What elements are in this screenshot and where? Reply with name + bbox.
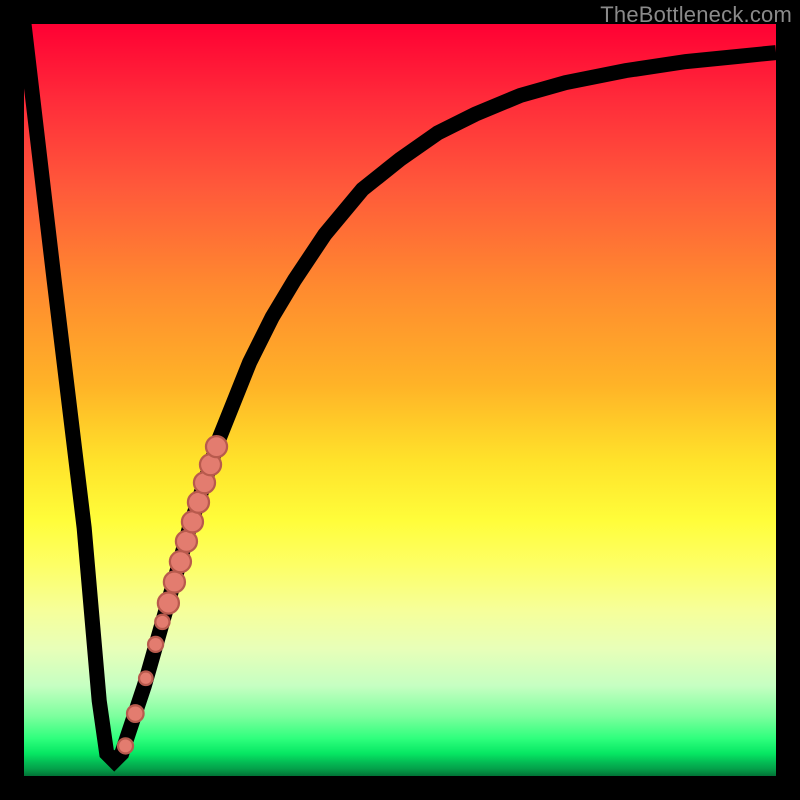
data-marker — [182, 511, 203, 532]
data-marker — [164, 571, 185, 592]
data-marker — [158, 593, 179, 614]
curve-layer — [24, 24, 776, 761]
data-marker — [176, 531, 197, 552]
data-marker — [155, 615, 169, 629]
data-marker — [188, 492, 209, 513]
chart-svg — [24, 24, 776, 776]
marker-layer — [118, 436, 227, 753]
plot-area — [24, 24, 776, 776]
data-marker — [170, 551, 191, 572]
bottleneck-curve — [24, 24, 776, 761]
watermark-text: TheBottleneck.com — [600, 2, 792, 28]
data-marker — [118, 738, 133, 753]
data-marker — [127, 705, 144, 722]
chart-frame: TheBottleneck.com — [0, 0, 800, 800]
data-marker — [139, 671, 153, 685]
data-marker — [206, 436, 227, 457]
data-marker — [148, 637, 163, 652]
